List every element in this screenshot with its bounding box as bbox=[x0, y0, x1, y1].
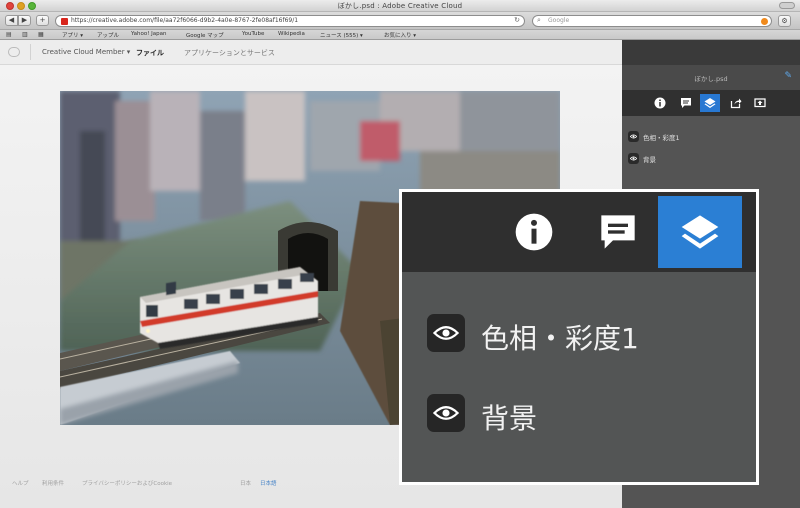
add-bookmark-button[interactable]: + bbox=[36, 15, 49, 26]
search-placeholder: Google bbox=[548, 17, 570, 24]
share-icon bbox=[730, 98, 742, 109]
layer-row[interactable]: 色相・彩度1 bbox=[628, 131, 788, 143]
search-icon: ⌕ bbox=[537, 16, 541, 24]
layer-row[interactable]: 背景 bbox=[628, 153, 788, 165]
bookmark-item[interactable]: Google マップ bbox=[186, 31, 224, 39]
callout-layer-name: 色相・彩度1 bbox=[481, 322, 639, 355]
plus-icon: + bbox=[39, 16, 46, 24]
layer-visibility-toggle[interactable] bbox=[628, 131, 639, 142]
window-titlebar: ぼかし.psd : Adobe Creative Cloud bbox=[0, 0, 800, 12]
account-menu[interactable]: Creative Cloud Member ▾ bbox=[42, 48, 130, 56]
callout-tab-comments[interactable] bbox=[576, 196, 660, 268]
site-favicon-icon bbox=[61, 18, 68, 25]
layers-icon bbox=[681, 215, 719, 249]
address-text: https://creative.adobe.com/file/aa72f606… bbox=[71, 17, 299, 24]
tab-apps-and-services[interactable]: アプリケーションとサービス bbox=[184, 48, 275, 58]
layer-visibility-toggle[interactable] bbox=[628, 153, 639, 164]
settings-button[interactable]: ⚙ bbox=[778, 15, 791, 27]
eye-icon bbox=[433, 406, 459, 420]
tab-export[interactable] bbox=[750, 94, 770, 112]
comment-icon bbox=[681, 98, 691, 108]
bookmark-item[interactable]: Yahoo! Japan bbox=[131, 31, 166, 37]
back-arrow-icon: ◀ bbox=[8, 16, 15, 24]
search-engine-icon bbox=[761, 18, 768, 25]
tab-share[interactable] bbox=[726, 94, 746, 112]
layer-visibility-toggle[interactable] bbox=[427, 394, 465, 432]
info-icon bbox=[515, 213, 553, 251]
reading-list-icon[interactable]: ▤ bbox=[6, 31, 12, 38]
creative-cloud-logo-icon[interactable] bbox=[8, 47, 20, 57]
footer-link-region[interactable]: 日本 bbox=[240, 479, 251, 487]
callout-tab-info[interactable] bbox=[492, 196, 576, 268]
back-button[interactable]: ◀ bbox=[5, 15, 18, 26]
bookmarks-book-icon[interactable]: ▥ bbox=[22, 31, 28, 38]
layer-visibility-toggle[interactable] bbox=[427, 314, 465, 352]
forward-button[interactable]: ▶ bbox=[18, 15, 31, 26]
layer-name: 色相・彩度1 bbox=[643, 134, 680, 142]
bookmark-item[interactable]: YouTube bbox=[242, 31, 264, 37]
comment-icon bbox=[601, 215, 635, 249]
callout-layer-row[interactable]: 色相・彩度1 bbox=[427, 314, 747, 355]
tab-layers[interactable] bbox=[700, 94, 720, 112]
tab-files[interactable]: ファイル bbox=[136, 48, 164, 58]
bookmark-item[interactable]: ニュース (555) ▾ bbox=[320, 31, 363, 39]
footer-link-language[interactable]: 日本語 bbox=[260, 479, 277, 487]
export-icon bbox=[754, 98, 766, 108]
callout-layer-row[interactable]: 背景 bbox=[427, 394, 747, 435]
tab-comments[interactable] bbox=[676, 94, 696, 112]
panel-tabs bbox=[622, 90, 800, 116]
bookmark-item[interactable]: アプリ ▾ bbox=[62, 31, 83, 39]
bookmarks-bar: ▤ ▥ ▦ アプリ ▾ アップル Yahoo! Japan Google マップ… bbox=[0, 30, 800, 40]
toolbar-toggle-button[interactable] bbox=[779, 2, 795, 9]
browser-toolbar: ◀ ▶ + https://creative.adobe.com/file/aa… bbox=[0, 12, 800, 30]
footer-link-terms[interactable]: 利用条件 bbox=[42, 479, 64, 487]
panel-header: ぼかし.psd ✎ bbox=[622, 65, 800, 90]
pencil-icon[interactable]: ✎ bbox=[784, 71, 792, 81]
eye-icon bbox=[630, 134, 637, 139]
callout-layer-name: 背景 bbox=[481, 402, 538, 435]
footer-link-privacy[interactable]: プライバシーポリシーおよびCookie bbox=[82, 479, 172, 487]
callout-panel-tabs bbox=[402, 192, 756, 272]
layers-panel-zoom-callout: 色相・彩度1 背景 bbox=[399, 189, 759, 485]
bookmark-item[interactable]: アップル bbox=[97, 31, 119, 39]
eye-icon bbox=[630, 156, 637, 161]
gear-icon: ⚙ bbox=[781, 17, 788, 25]
footer-link-help[interactable]: ヘルプ bbox=[12, 479, 29, 487]
top-sites-icon[interactable]: ▦ bbox=[38, 31, 44, 38]
app-header: Creative Cloud Member ▾ ファイル アプリケーションとサー… bbox=[0, 40, 622, 65]
address-bar[interactable]: https://creative.adobe.com/file/aa72f606… bbox=[55, 15, 525, 27]
bookmark-item[interactable]: Wikipedia bbox=[278, 31, 305, 37]
callout-tab-layers[interactable] bbox=[658, 196, 742, 268]
layers-icon bbox=[704, 98, 716, 108]
layer-name: 背景 bbox=[643, 156, 656, 164]
window-title: ぼかし.psd : Adobe Creative Cloud bbox=[337, 2, 463, 10]
eye-icon bbox=[433, 326, 459, 340]
reload-icon[interactable]: ↻ bbox=[514, 16, 520, 24]
tab-info[interactable] bbox=[650, 94, 670, 112]
forward-arrow-icon: ▶ bbox=[21, 16, 28, 24]
panel-file-name: ぼかし.psd bbox=[694, 75, 728, 83]
search-field[interactable]: ⌕ Google bbox=[532, 15, 772, 27]
bookmark-item[interactable]: お気に入り ▾ bbox=[384, 31, 416, 39]
info-icon bbox=[654, 97, 666, 109]
header-divider bbox=[30, 44, 31, 60]
